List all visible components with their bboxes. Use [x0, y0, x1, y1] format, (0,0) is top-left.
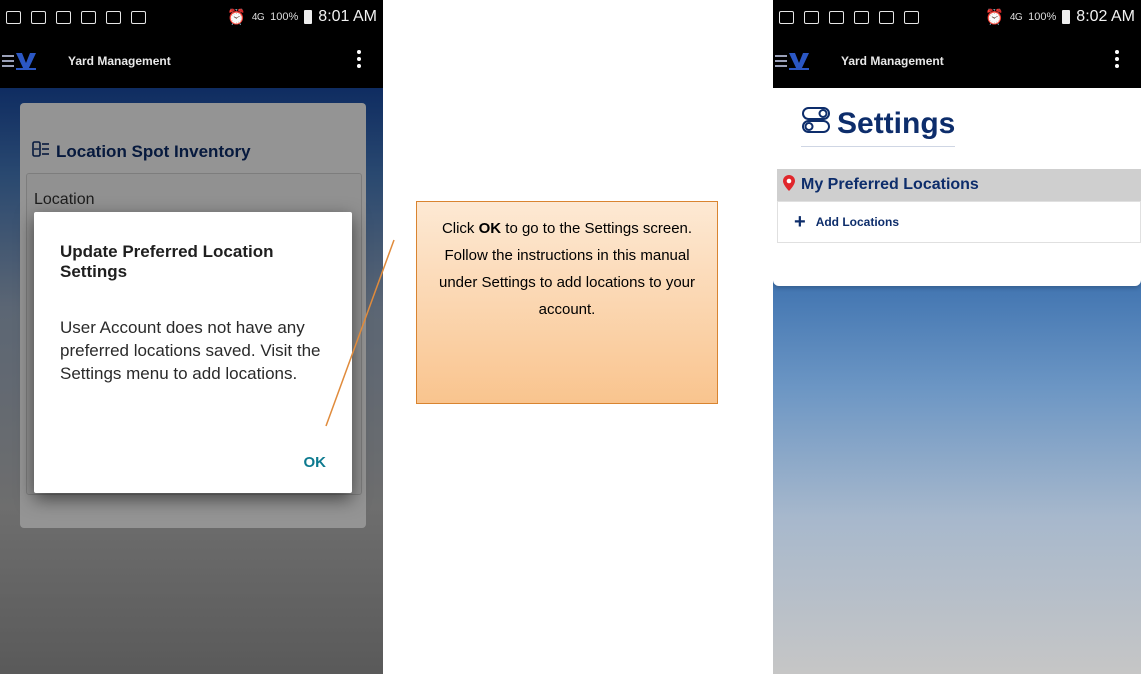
callout-text-bold: OK [478, 220, 502, 237]
alert-dialog: Update Preferred Location Settings User … [34, 212, 352, 493]
signal-icon: 4G [251, 11, 265, 23]
mail-icon [56, 10, 71, 24]
battery-percent: 100% [270, 11, 299, 23]
notification-icons [779, 10, 919, 24]
preferred-locations-title: My Preferred Locations [801, 176, 979, 193]
dialog-message: User Account does not have any preferred… [60, 318, 321, 383]
notification-icon [106, 10, 121, 24]
plus-icon: + [794, 211, 806, 233]
gallery-icon [854, 10, 869, 24]
status-bar: ⏰ 4G 100% 8:01 AM [0, 0, 383, 34]
battery-percent: 100% [1028, 11, 1057, 23]
alarm-icon: ⏰ [227, 9, 246, 26]
cloud-icon [904, 10, 919, 24]
notification-icon [31, 10, 46, 24]
add-locations-button[interactable]: + Add Locations [777, 201, 1141, 243]
battery-icon [304, 10, 313, 24]
app-bar: Yard Management [0, 34, 383, 88]
alarm-icon: ⏰ [985, 9, 1004, 26]
status-time: 8:01 AM [318, 8, 377, 25]
map-pin-icon [783, 174, 795, 196]
right-phone-screen: ⏰ 4G 100% 8:02 AM Yard Management Settin… [773, 0, 1141, 674]
settings-toggle-icon [801, 106, 831, 142]
notification-icon [804, 10, 819, 24]
status-time: 8:02 AM [1076, 8, 1135, 25]
instruction-callout: Click OK to go to the Settings screen. F… [416, 201, 718, 404]
app-bar: Yard Management [773, 34, 1141, 88]
overflow-menu-icon[interactable] [357, 50, 361, 68]
battery-icon [1062, 10, 1071, 24]
callout-text-post: to go to the Settings screen. [501, 220, 693, 237]
callout-pointer-line [325, 239, 395, 427]
gallery-icon [81, 10, 96, 24]
add-locations-label: Add Locations [815, 215, 900, 229]
dialog-title: Update Preferred Location Settings [60, 242, 274, 281]
settings-title: Settings [837, 107, 956, 140]
logo-icon [789, 52, 809, 70]
callout-text-line2: Follow the instructions in this manual u… [439, 247, 695, 318]
ok-button[interactable]: OK [304, 454, 327, 471]
screen-content: Settings My Preferred Locations + Add Lo… [773, 88, 1141, 674]
cloud-icon [131, 10, 146, 24]
logo-icon [16, 52, 36, 70]
page-title: Settings [801, 106, 955, 142]
signal-icon: 4G [1009, 11, 1023, 23]
app-title: Yard Management [841, 54, 944, 68]
notification-icon [879, 10, 894, 24]
app-title: Yard Management [68, 54, 171, 68]
notification-icons [6, 10, 146, 24]
overflow-menu-icon[interactable] [1115, 50, 1119, 68]
preferred-locations-header: My Preferred Locations [777, 169, 1141, 201]
message-icon [779, 10, 794, 24]
menu-icon[interactable] [775, 55, 787, 67]
mail-icon [829, 10, 844, 24]
callout-text-pre: Click [441, 220, 479, 237]
settings-card: Settings My Preferred Locations + Add Lo… [773, 88, 1141, 286]
message-icon [6, 10, 21, 24]
title-divider [801, 146, 955, 147]
status-bar: ⏰ 4G 100% 8:02 AM [773, 0, 1141, 34]
menu-icon[interactable] [2, 55, 14, 67]
